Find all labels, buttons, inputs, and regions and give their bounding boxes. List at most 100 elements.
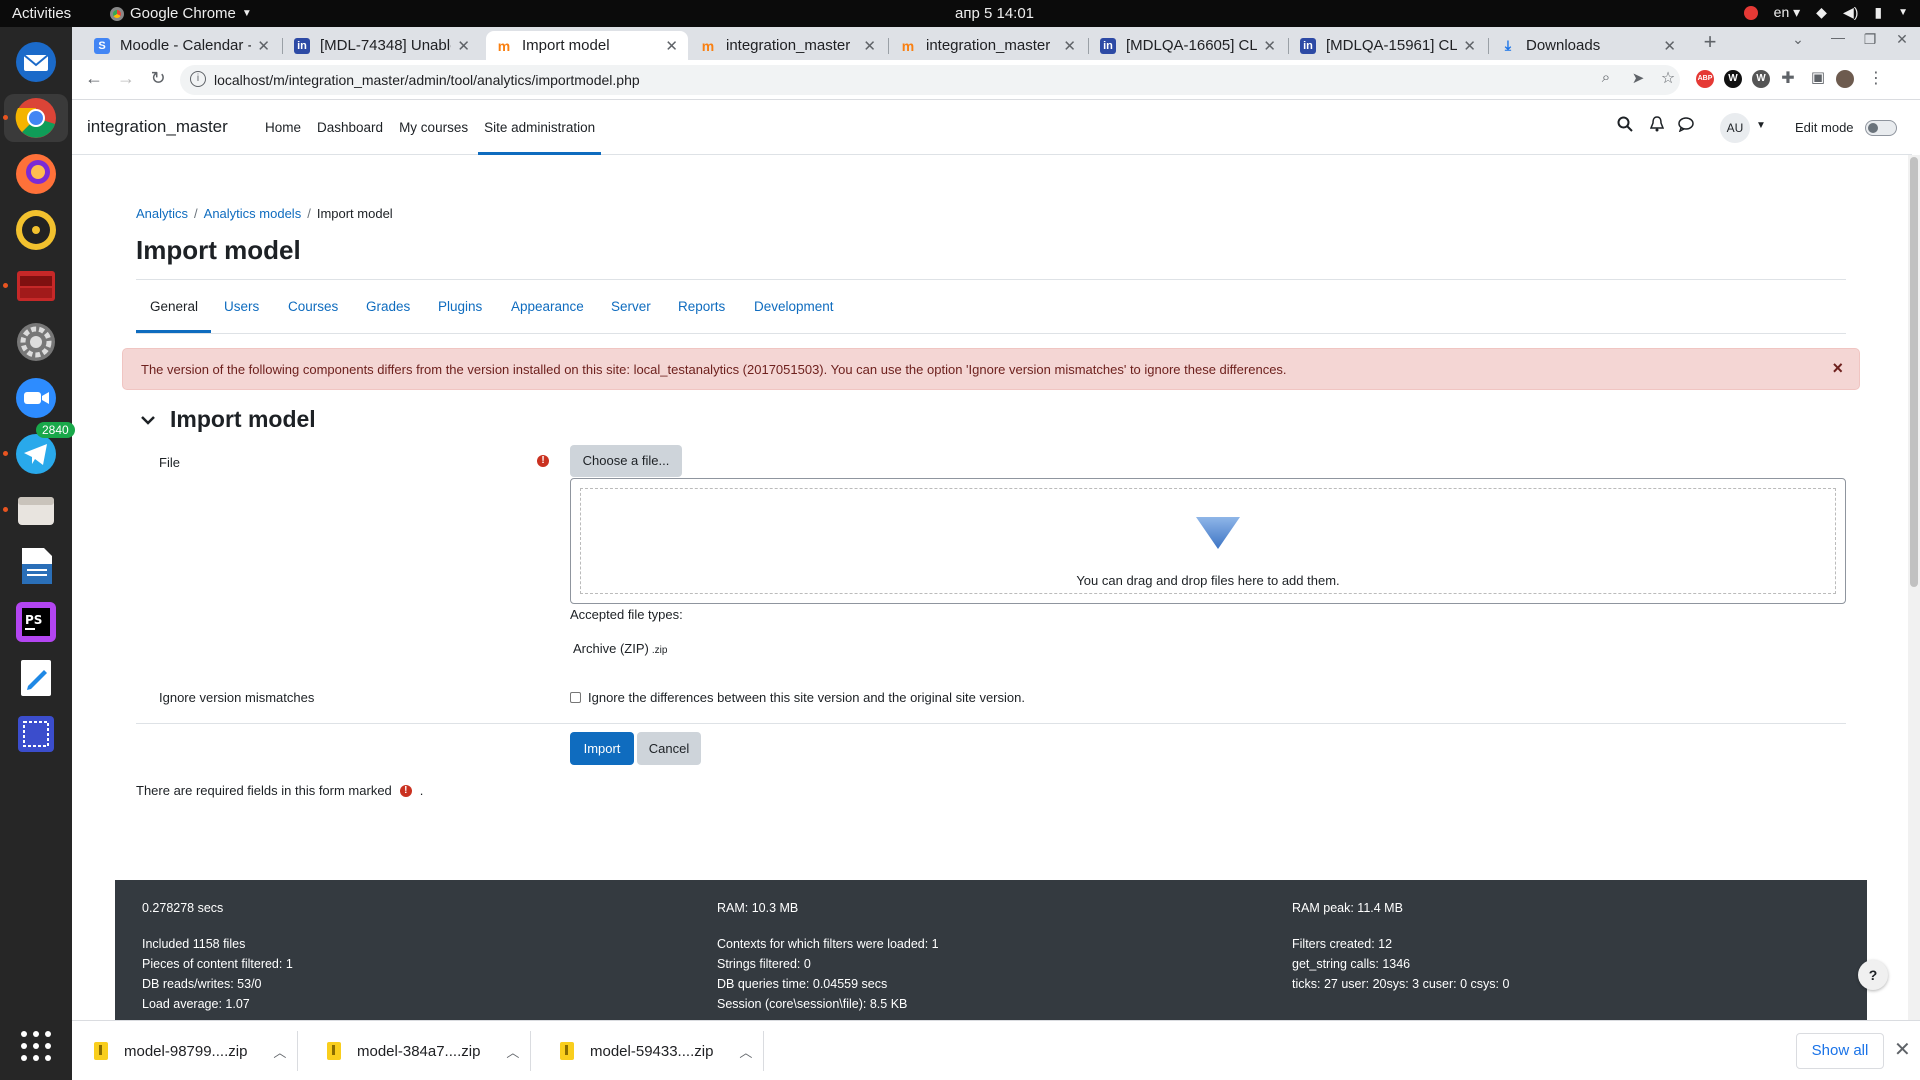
- browser-tab[interactable]: in [MDLQA-16605] CLO ✕: [1090, 31, 1286, 60]
- reload-icon[interactable]: ↻: [146, 68, 170, 89]
- breadcrumb-analytics-models[interactable]: Analytics models: [204, 206, 302, 221]
- screenshot-icon[interactable]: [12, 710, 60, 758]
- profile-avatar-icon[interactable]: [1836, 70, 1854, 88]
- nav-site-administration[interactable]: Site administration: [478, 101, 602, 155]
- forward-icon[interactable]: →: [114, 68, 138, 89]
- nav-home[interactable]: Home: [259, 101, 307, 155]
- download-item[interactable]: model-98799....zip ︿: [94, 1021, 286, 1080]
- search-icon[interactable]: [1617, 116, 1633, 135]
- ignore-version-checkbox-label[interactable]: Ignore the differences between this site…: [588, 690, 1025, 705]
- settings-icon[interactable]: [12, 318, 60, 366]
- download-item[interactable]: model-59433....zip ︿: [560, 1021, 752, 1080]
- notifications-bell-icon[interactable]: [1649, 116, 1665, 135]
- chrome-menu-icon[interactable]: ⋮: [1864, 68, 1888, 88]
- language-indicator[interactable]: en ▾: [1774, 4, 1801, 21]
- browser-tab[interactable]: m integration_master ✕: [890, 31, 1086, 60]
- tab-reports[interactable]: Reports: [678, 299, 725, 314]
- notification-indicator-icon[interactable]: [1743, 5, 1758, 20]
- app-grid-icon[interactable]: [12, 1022, 60, 1070]
- cancel-button[interactable]: Cancel: [637, 732, 701, 765]
- activities-button[interactable]: Activities: [12, 5, 71, 22]
- telegram-icon[interactable]: 2840: [3, 422, 75, 478]
- maximize-icon[interactable]: ❐: [1858, 31, 1882, 48]
- rhythmbox-icon[interactable]: [12, 206, 60, 254]
- adblock-extension-icon[interactable]: ABP: [1696, 70, 1714, 88]
- messages-icon[interactable]: [1678, 117, 1694, 135]
- site-name[interactable]: integration_master: [87, 117, 228, 137]
- minimize-icon[interactable]: —: [1826, 29, 1850, 45]
- browser-tab[interactable]: in [MDL-74348] Unable ✕: [284, 31, 480, 60]
- browser-tab[interactable]: m integration_master ✕: [690, 31, 886, 60]
- window-close-icon[interactable]: ✕: [1890, 31, 1914, 48]
- tab-development[interactable]: Development: [754, 299, 834, 314]
- chrome-icon[interactable]: [3, 94, 68, 142]
- close-icon[interactable]: ✕: [257, 37, 270, 55]
- tab-courses[interactable]: Courses: [288, 299, 338, 314]
- zoom-icon[interactable]: [12, 374, 60, 422]
- thunderbird-icon[interactable]: [12, 38, 60, 86]
- wifi-icon[interactable]: ◆: [1816, 4, 1827, 21]
- firefox-icon[interactable]: [12, 150, 60, 198]
- ignore-version-checkbox[interactable]: [570, 692, 581, 703]
- tab-appearance[interactable]: Appearance: [511, 299, 584, 314]
- browser-tab-active[interactable]: m Import model ✕: [486, 31, 688, 60]
- side-panel-icon[interactable]: ▣: [1806, 68, 1830, 86]
- phpstorm-icon[interactable]: PS: [12, 598, 60, 646]
- close-icon[interactable]: ×: [1832, 358, 1843, 379]
- tab-general[interactable]: General: [150, 299, 198, 314]
- close-icon[interactable]: ✕: [665, 37, 678, 55]
- zoom-icon[interactable]: ⌕: [1594, 69, 1618, 86]
- download-item[interactable]: model-384a7....zip ︿: [327, 1021, 519, 1080]
- fieldset-header[interactable]: Import model: [140, 406, 316, 433]
- chevron-up-icon[interactable]: ︿: [273, 1042, 286, 1061]
- close-icon[interactable]: ✕: [1663, 37, 1676, 55]
- show-all-downloads-button[interactable]: Show all: [1796, 1033, 1884, 1069]
- new-tab-icon[interactable]: +: [1698, 29, 1722, 55]
- close-icon[interactable]: ✕: [1063, 37, 1076, 55]
- import-button[interactable]: Import: [570, 732, 634, 765]
- nav-dashboard[interactable]: Dashboard: [311, 101, 389, 155]
- browser-tab[interactable]: in [MDLQA-15961] CLO ✕: [1290, 31, 1486, 60]
- clock[interactable]: апр 5 14:01: [955, 5, 1034, 22]
- chevron-down-icon[interactable]: [140, 412, 156, 428]
- close-icon[interactable]: ✕: [1894, 1037, 1911, 1062]
- address-bar[interactable]: i localhost/m/integration_master/admin/t…: [180, 65, 1680, 95]
- file-dropzone[interactable]: You can drag and drop files here to add …: [570, 478, 1846, 604]
- close-icon[interactable]: ✕: [1263, 37, 1276, 55]
- tab-search-chevron-icon[interactable]: ⌄: [1786, 31, 1810, 48]
- app-menu[interactable]: Google Chrome ▼: [110, 5, 252, 22]
- edit-mode-toggle[interactable]: [1865, 120, 1897, 136]
- tab-server[interactable]: Server: [611, 299, 651, 314]
- volume-icon[interactable]: ◀): [1843, 4, 1858, 21]
- system-menu-caret-icon[interactable]: ▼: [1898, 7, 1908, 18]
- help-button[interactable]: ?: [1858, 960, 1888, 990]
- site-info-icon[interactable]: i: [190, 71, 206, 87]
- tab-plugins[interactable]: Plugins: [438, 299, 482, 314]
- user-avatar[interactable]: AU: [1720, 113, 1750, 143]
- chevron-up-icon[interactable]: ︿: [739, 1042, 752, 1061]
- tab-grades[interactable]: Grades: [366, 299, 410, 314]
- browser-tab[interactable]: ⤓ Downloads ✕: [1490, 31, 1686, 60]
- text-editor-icon[interactable]: [12, 654, 60, 702]
- user-menu-caret-icon[interactable]: ▼: [1756, 120, 1766, 131]
- bookmark-star-icon[interactable]: ☆: [1656, 68, 1680, 88]
- battery-icon[interactable]: ▮: [1874, 4, 1882, 21]
- extensions-puzzle-icon[interactable]: ✚: [1776, 68, 1800, 88]
- close-icon[interactable]: ✕: [1463, 37, 1476, 55]
- page-scrollbar[interactable]: [1908, 155, 1920, 1020]
- close-icon[interactable]: ✕: [863, 37, 876, 55]
- w-extension-icon[interactable]: W: [1724, 70, 1742, 88]
- writer-icon[interactable]: [12, 542, 60, 590]
- nav-my-courses[interactable]: My courses: [393, 101, 474, 155]
- chevron-up-icon[interactable]: ︿: [506, 1042, 519, 1061]
- send-icon[interactable]: ➤: [1626, 69, 1650, 87]
- tab-users[interactable]: Users: [224, 299, 259, 314]
- breadcrumb-analytics[interactable]: Analytics: [136, 206, 188, 221]
- files-icon[interactable]: [3, 486, 60, 534]
- choose-file-button[interactable]: Choose a file...: [570, 445, 682, 477]
- back-icon[interactable]: ←: [82, 68, 106, 89]
- browser-tab[interactable]: S Moodle - Calendar - \ ✕: [84, 31, 280, 60]
- close-icon[interactable]: ✕: [457, 37, 470, 55]
- wp-extension-icon[interactable]: W: [1752, 70, 1770, 88]
- terminal-app-icon[interactable]: [3, 262, 60, 310]
